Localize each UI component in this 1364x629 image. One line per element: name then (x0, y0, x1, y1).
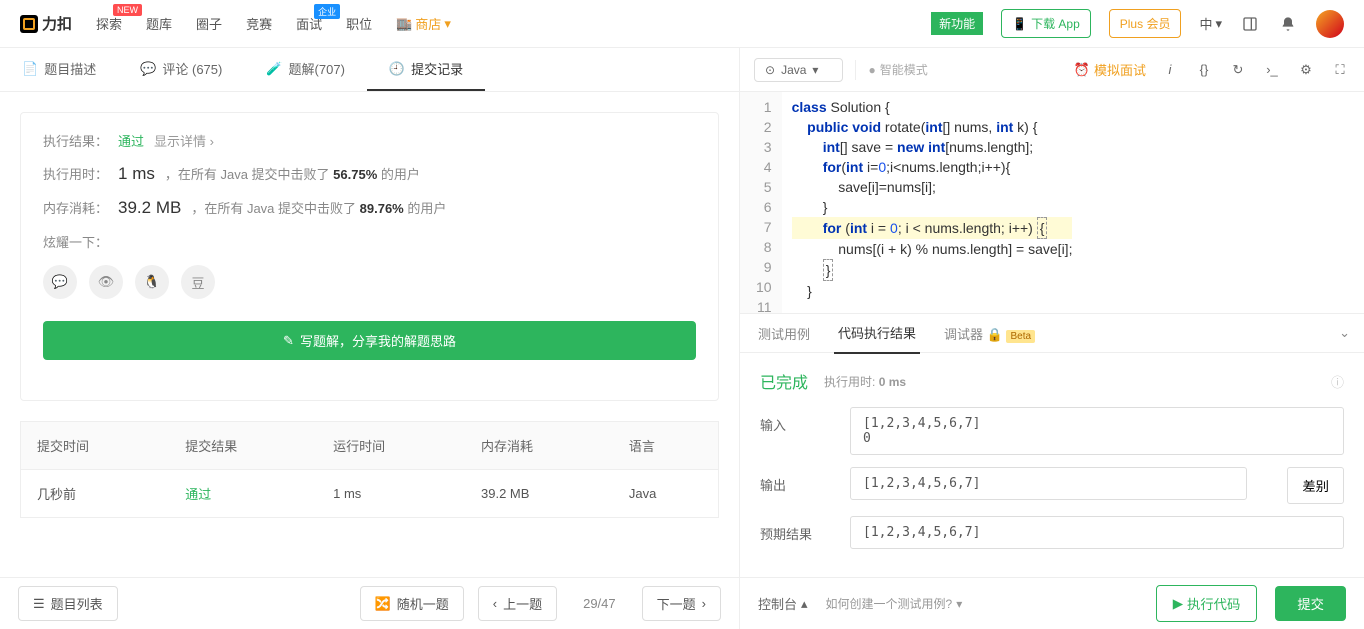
share-weibo-icon[interactable]: 👁 (89, 265, 123, 299)
runtime-label: 执行用时： (43, 164, 108, 183)
avatar[interactable] (1316, 10, 1344, 38)
nav-store[interactable]: 🏬 商店 ▾ (396, 14, 451, 33)
th-memory: 内存消耗 (465, 422, 613, 470)
left-bottom-bar: ☰ 题目列表 🔀 随机一题 ‹ 上一题 29/47 下一题 › (0, 577, 739, 629)
info-icon[interactable]: i (1160, 60, 1180, 80)
run-button[interactable]: ▶ 执行代码 (1156, 585, 1258, 622)
th-runtime: 运行时间 (317, 422, 465, 470)
console-toggle[interactable]: 控制台 ▴ (758, 594, 808, 613)
result-tabs: 测试用例 代码执行结果 调试器 🔒 Beta ⌄ (740, 313, 1364, 353)
collapse-icon[interactable]: ⌄ (1339, 325, 1350, 341)
braces-icon[interactable]: {} (1194, 60, 1214, 80)
new-badge: NEW (113, 4, 142, 16)
code-editor[interactable]: 123456789101112 class Solution { public … (740, 92, 1364, 313)
rtab-debugger[interactable]: 调试器 🔒 Beta (940, 314, 1039, 353)
mock-interview-link[interactable]: ⏰ 模拟面试 (1074, 60, 1146, 79)
nav-discuss[interactable]: 圈子 (196, 14, 222, 33)
brand-text: 力扣 (42, 13, 72, 34)
rtab-testcase[interactable]: 测试用例 (754, 314, 814, 353)
nav-contest[interactable]: 竞赛 (246, 14, 272, 33)
th-result: 提交结果 (169, 422, 317, 470)
reset-icon[interactable]: ↻ (1228, 60, 1248, 80)
next-button[interactable]: 下一题 › (642, 586, 721, 621)
memory-label: 内存消耗： (43, 198, 108, 217)
nav-interview[interactable]: 面试企业 (296, 14, 322, 33)
language-select[interactable]: ⊙ Java ▾ (754, 58, 843, 82)
help-icon[interactable]: ⓘ (1331, 372, 1344, 391)
lang-switch[interactable]: 中 ▾ (1199, 14, 1222, 33)
nav-problems[interactable]: 题库 (146, 14, 172, 33)
exec-result-pass: 通过 (118, 131, 144, 150)
expected-label: 预期结果 (760, 516, 820, 543)
settings-icon[interactable]: ⚙ (1296, 60, 1316, 80)
tab-solutions[interactable]: 🧪 题解(707) (244, 48, 367, 91)
input-label: 输入 (760, 407, 820, 434)
left-panel: 📄 题目描述 💬 评论 (675) 🧪 题解(707) 🕘 提交记录 执行结果：… (0, 48, 740, 629)
expected-value: [1,2,3,4,5,6,7] (850, 516, 1344, 549)
testcase-help-link[interactable]: 如何创建一个测试用例? ▾ (826, 595, 963, 612)
playground-icon[interactable] (1240, 14, 1260, 34)
lock-icon: 🔒 (987, 327, 1003, 342)
logo[interactable]: 力扣 (20, 13, 72, 34)
random-button[interactable]: 🔀 随机一题 (360, 586, 464, 621)
result-card: 执行结果： 通过 显示详情 › 执行用时： 1 ms ，在所有 Java 提交中… (20, 112, 719, 401)
code-content: class Solution { public void rotate(int[… (782, 92, 1083, 313)
share-douban-icon[interactable]: 豆 (181, 265, 215, 299)
bell-icon[interactable] (1278, 14, 1298, 34)
status-runtime: 执行用时: 0 ms (824, 373, 906, 390)
smart-mode-toggle[interactable]: ● 智能模式 (868, 61, 927, 78)
memory-value: 39.2 MB (118, 198, 181, 218)
plus-button[interactable]: Plus 会员 (1109, 9, 1182, 38)
top-nav: 力扣 探索NEW 题库 圈子 竞赛 面试企业 职位 🏬 商店 ▾ 新功能 📱 下… (0, 0, 1364, 48)
diff-button[interactable]: 差别 (1287, 467, 1344, 504)
page-info: 29/47 (571, 596, 628, 611)
nav-explore[interactable]: 探索NEW (96, 14, 122, 33)
share-qq-icon[interactable]: 🐧 (135, 265, 169, 299)
write-solution-button[interactable]: ✎ 写题解，分享我的解题思路 (43, 321, 696, 360)
right-bottom-bar: 控制台 ▴ 如何创建一个测试用例? ▾ ▶ 执行代码 提交 (740, 577, 1364, 629)
download-app-button[interactable]: 📱 下载 App (1001, 9, 1091, 38)
runtime-value: 1 ms (118, 164, 155, 184)
tab-submissions[interactable]: 🕘 提交记录 (367, 48, 485, 91)
output-label: 输出 (760, 467, 820, 494)
line-gutter: 123456789101112 (740, 92, 782, 313)
result-body: 已完成 执行用时: 0 ms ⓘ 输入 [1,2,3,4,5,6,7] 0 输出… (740, 353, 1364, 577)
show-detail-link[interactable]: 显示详情 › (154, 131, 214, 150)
prev-button[interactable]: ‹ 上一题 (478, 586, 557, 621)
status-done: 已完成 (760, 369, 808, 393)
table-row[interactable]: 几秒前 通过 1 ms 39.2 MB Java (21, 470, 719, 518)
new-feature-badge[interactable]: 新功能 (931, 12, 983, 35)
nav-jobs[interactable]: 职位 (346, 14, 372, 33)
tab-description[interactable]: 📄 题目描述 (0, 48, 118, 91)
tab-comments[interactable]: 💬 评论 (675) (118, 48, 244, 91)
biz-badge: 企业 (314, 4, 340, 19)
rtab-exec-result[interactable]: 代码执行结果 (834, 313, 920, 354)
logo-icon (20, 15, 38, 33)
th-lang: 语言 (613, 422, 719, 470)
output-value: [1,2,3,4,5,6,7] (850, 467, 1247, 500)
problem-tabs: 📄 题目描述 💬 评论 (675) 🧪 题解(707) 🕘 提交记录 (0, 48, 739, 92)
problem-list-button[interactable]: ☰ 题目列表 (18, 586, 118, 621)
exec-result-label: 执行结果： (43, 131, 108, 150)
share-wechat-icon[interactable]: 💬 (43, 265, 77, 299)
editor-header: ⊙ Java ▾ ● 智能模式 ⏰ 模拟面试 i {} ↻ ›_ ⚙ ⛶ (740, 48, 1364, 92)
fullscreen-icon[interactable]: ⛶ (1330, 60, 1350, 80)
terminal-icon[interactable]: ›_ (1262, 60, 1282, 80)
submission-table: 提交时间 提交结果 运行时间 内存消耗 语言 几秒前 通过 1 ms 39.2 … (20, 421, 719, 518)
input-value: [1,2,3,4,5,6,7] 0 (850, 407, 1344, 455)
th-time: 提交时间 (21, 422, 170, 470)
submit-button[interactable]: 提交 (1275, 586, 1346, 621)
right-panel: ⊙ Java ▾ ● 智能模式 ⏰ 模拟面试 i {} ↻ ›_ ⚙ ⛶ 123… (740, 48, 1364, 629)
brag-label: 炫耀一下： (43, 232, 108, 251)
